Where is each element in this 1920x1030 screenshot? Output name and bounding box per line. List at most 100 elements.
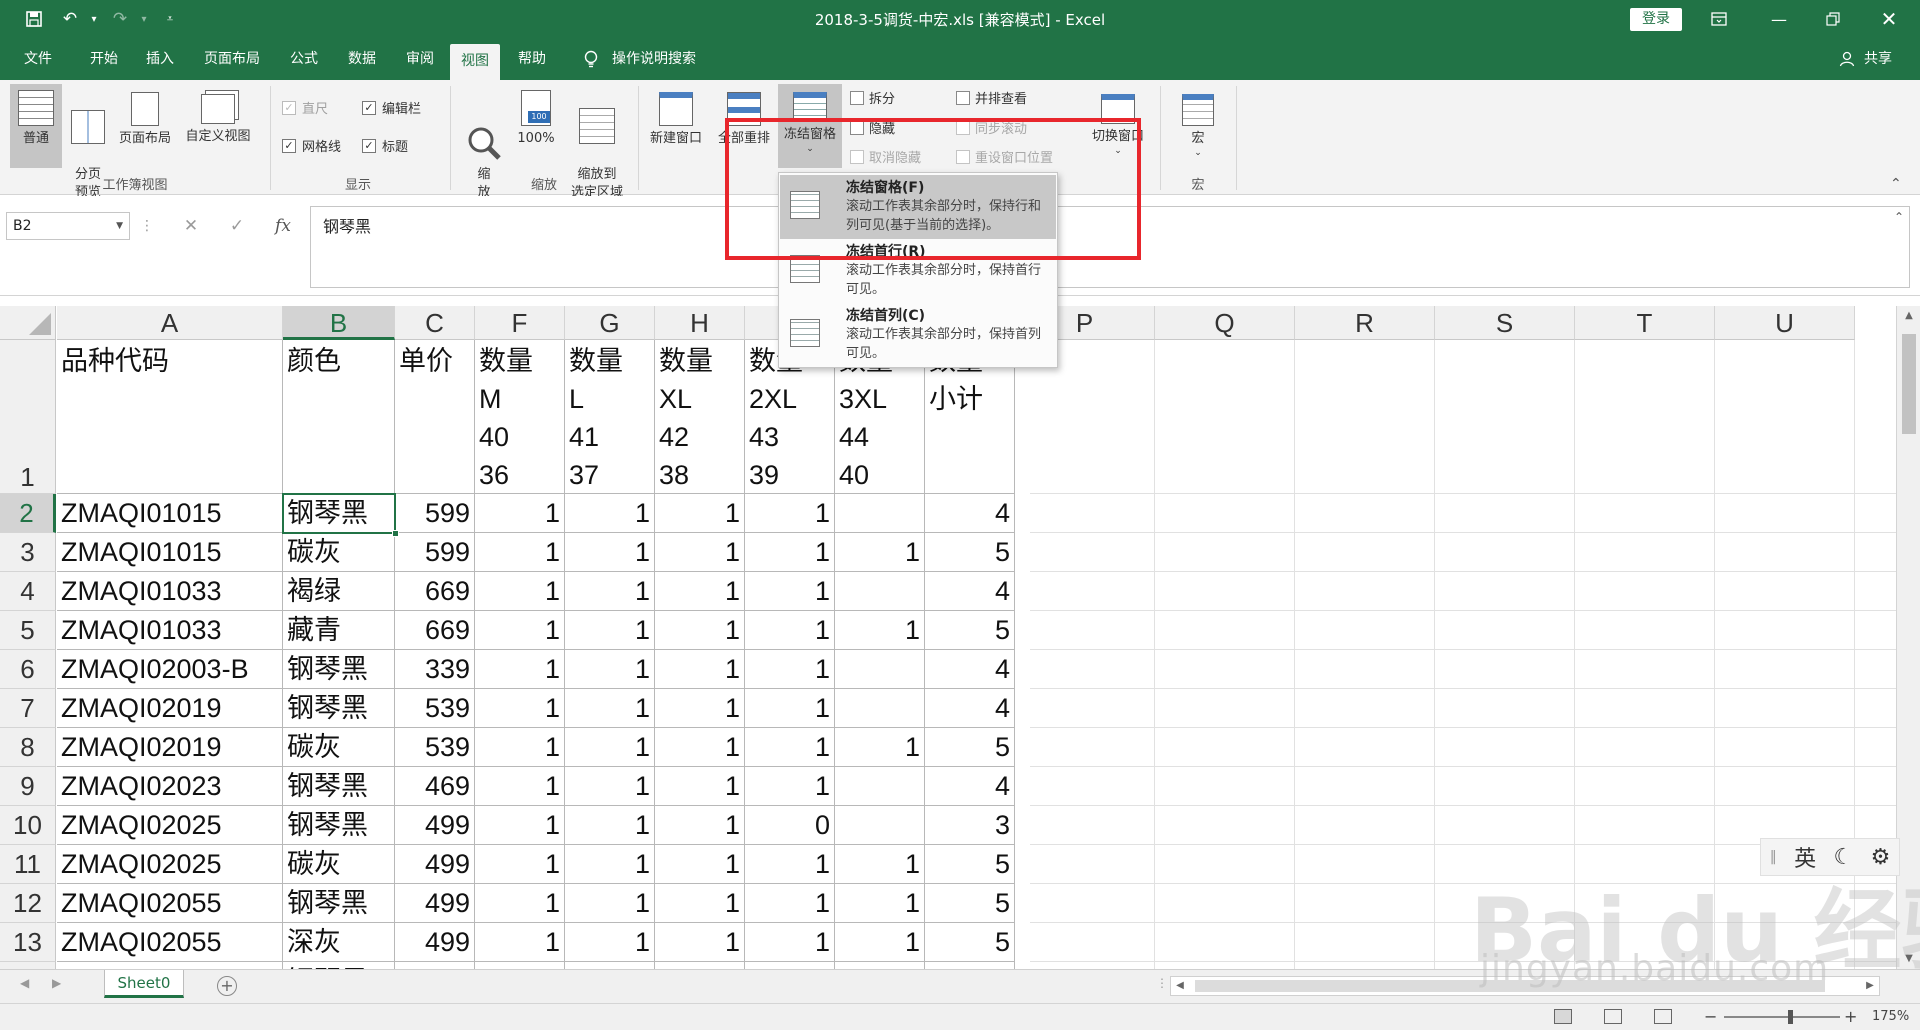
tab-home[interactable]: 开始 — [76, 38, 132, 80]
table-cell[interactable]: 1 — [475, 728, 565, 767]
horizontal-scrollbar[interactable]: ◀ ▶ — [1170, 976, 1880, 996]
table-cell[interactable]: 1 — [565, 494, 655, 533]
new-window-button[interactable]: 新建窗口 — [644, 84, 708, 168]
table-cell[interactable]: 1 — [655, 572, 745, 611]
table-cell[interactable]: 1 — [565, 845, 655, 884]
column-header-c[interactable]: C — [395, 306, 475, 340]
row-header-8[interactable]: 8 — [0, 728, 56, 767]
row-header-3[interactable]: 3 — [0, 533, 56, 572]
ribbon-display-options-icon[interactable] — [1696, 0, 1742, 38]
column-header-a[interactable]: A — [57, 306, 283, 340]
worksheet-grid[interactable]: ABCFGHIJKPQRSTU 1234567891011121314 品种代码… — [0, 306, 1896, 969]
table-cell[interactable]: 钢琴黑 — [283, 650, 395, 689]
table-cell[interactable] — [835, 494, 925, 533]
table-cell[interactable]: 碳灰 — [283, 533, 395, 572]
table-cell[interactable]: 1 — [565, 689, 655, 728]
scroll-down-icon[interactable]: ▼ — [1897, 949, 1920, 969]
row-header-9[interactable]: 9 — [0, 767, 56, 806]
table-cell[interactable]: ZMAQI02003-B — [57, 650, 283, 689]
macros-button[interactable]: 宏 ⌄ — [1168, 84, 1228, 168]
row-header-13[interactable]: 13 — [0, 923, 56, 962]
table-cell[interactable]: 1 — [745, 923, 835, 962]
table-cell[interactable]: 1 — [835, 728, 925, 767]
table-cell[interactable]: 碳灰 — [283, 728, 395, 767]
column-header-u[interactable]: U — [1715, 306, 1855, 340]
table-cell[interactable] — [835, 689, 925, 728]
table-cell[interactable]: ZMAQI02025 — [57, 806, 283, 845]
vertical-scroll-thumb[interactable] — [1902, 334, 1916, 434]
table-cell[interactable] — [835, 767, 925, 806]
table-cell[interactable]: 4 — [925, 767, 1015, 806]
prev-sheet-icon[interactable]: ◀ — [20, 976, 29, 990]
sheet-tab-sheet0[interactable]: Sheet0 — [104, 970, 184, 998]
table-cell[interactable]: 1 — [565, 611, 655, 650]
table-cell[interactable]: 钢琴黑 — [283, 962, 395, 969]
enter-icon[interactable]: ✓ — [222, 212, 252, 240]
table-cell[interactable]: ZMAQI01015 — [57, 494, 283, 533]
table-cell[interactable]: 1 — [835, 845, 925, 884]
table-cell[interactable] — [835, 806, 925, 845]
column-header-q[interactable]: Q — [1155, 306, 1295, 340]
table-cell[interactable]: 1 — [475, 572, 565, 611]
customize-qat-icon[interactable]: ⩡ — [156, 6, 184, 32]
table-cell[interactable]: 1 — [655, 650, 745, 689]
ime-drag-handle[interactable]: ‖ — [1770, 849, 1777, 865]
table-cell[interactable]: 1 — [565, 533, 655, 572]
page-layout-button[interactable]: 页面布局 — [114, 84, 176, 168]
table-cell[interactable] — [835, 650, 925, 689]
row-header-12[interactable]: 12 — [0, 884, 56, 923]
table-cell[interactable]: 1 — [475, 689, 565, 728]
next-sheet-icon[interactable]: ▶ — [52, 976, 61, 990]
table-cell[interactable]: 499 — [395, 923, 475, 962]
table-cell[interactable]: 1 — [745, 611, 835, 650]
normal-view-button[interactable]: 普通 — [10, 84, 62, 168]
header-cell[interactable]: 单价 — [395, 340, 475, 494]
zoom-level[interactable]: 175% — [1872, 1009, 1909, 1024]
insert-function-icon[interactable]: fx — [268, 212, 298, 240]
table-cell[interactable]: 1 — [835, 611, 925, 650]
table-cell[interactable]: ZMAQI02057 — [57, 962, 283, 969]
page-break-status-icon[interactable] — [1654, 1009, 1672, 1024]
gear-icon[interactable]: ⚙ — [1871, 845, 1891, 870]
table-cell[interactable]: ZMAQI02019 — [57, 689, 283, 728]
table-cell[interactable]: 钢琴黑 — [283, 689, 395, 728]
zoom-in-icon[interactable]: + — [1844, 1007, 1857, 1026]
table-cell[interactable]: 499 — [395, 962, 475, 969]
table-cell[interactable]: ZMAQI02025 — [57, 845, 283, 884]
table-cell[interactable]: 4 — [925, 689, 1015, 728]
share-button[interactable]: 共享 — [1858, 38, 1898, 80]
table-cell[interactable]: 1 — [745, 494, 835, 533]
scroll-right-icon[interactable]: ▶ — [1861, 977, 1879, 995]
table-cell[interactable]: 1 — [475, 845, 565, 884]
zoom-100-button[interactable]: 100 100% — [512, 84, 560, 168]
split-button[interactable]: 拆分 — [850, 88, 895, 107]
formula-bar-checkbox[interactable]: ✓ 编辑栏 — [362, 98, 421, 117]
moon-icon[interactable]: ☾ — [1833, 845, 1853, 870]
header-cell[interactable]: 数量 L 41 37 — [565, 340, 655, 494]
row-header-7[interactable]: 7 — [0, 689, 56, 728]
lightbulb-icon[interactable] — [574, 38, 608, 80]
table-cell[interactable]: 1 — [655, 767, 745, 806]
table-cell[interactable]: 钢琴黑 — [283, 884, 395, 923]
table-cell[interactable]: 1 — [475, 884, 565, 923]
row-header-1[interactable]: 1 — [0, 340, 56, 494]
table-cell[interactable]: 4 — [925, 572, 1015, 611]
table-cell[interactable]: 褐绿 — [283, 572, 395, 611]
table-cell[interactable]: 1 — [565, 923, 655, 962]
expand-formula-bar-icon[interactable]: ⌃ — [1894, 210, 1904, 224]
header-cell[interactable]: 数量 XL 42 38 — [655, 340, 745, 494]
table-cell[interactable] — [475, 962, 565, 969]
table-cell[interactable]: ZMAQI01033 — [57, 611, 283, 650]
table-cell[interactable]: 499 — [395, 845, 475, 884]
column-header-r[interactable]: R — [1295, 306, 1435, 340]
table-cell[interactable]: 5 — [925, 923, 1015, 962]
zoom-to-selection-button[interactable]: 缩放到 选定区域 — [566, 84, 628, 200]
custom-views-button[interactable]: 自定义视图 — [178, 84, 258, 168]
table-cell[interactable]: 1 — [745, 884, 835, 923]
table-cell[interactable]: 1 — [745, 572, 835, 611]
column-header-b[interactable]: B — [283, 306, 395, 340]
zoom-slider[interactable] — [1724, 1010, 1840, 1024]
table-cell[interactable]: 1 — [745, 728, 835, 767]
tab-help[interactable]: 帮助 — [504, 38, 560, 80]
table-cell[interactable] — [565, 962, 655, 969]
